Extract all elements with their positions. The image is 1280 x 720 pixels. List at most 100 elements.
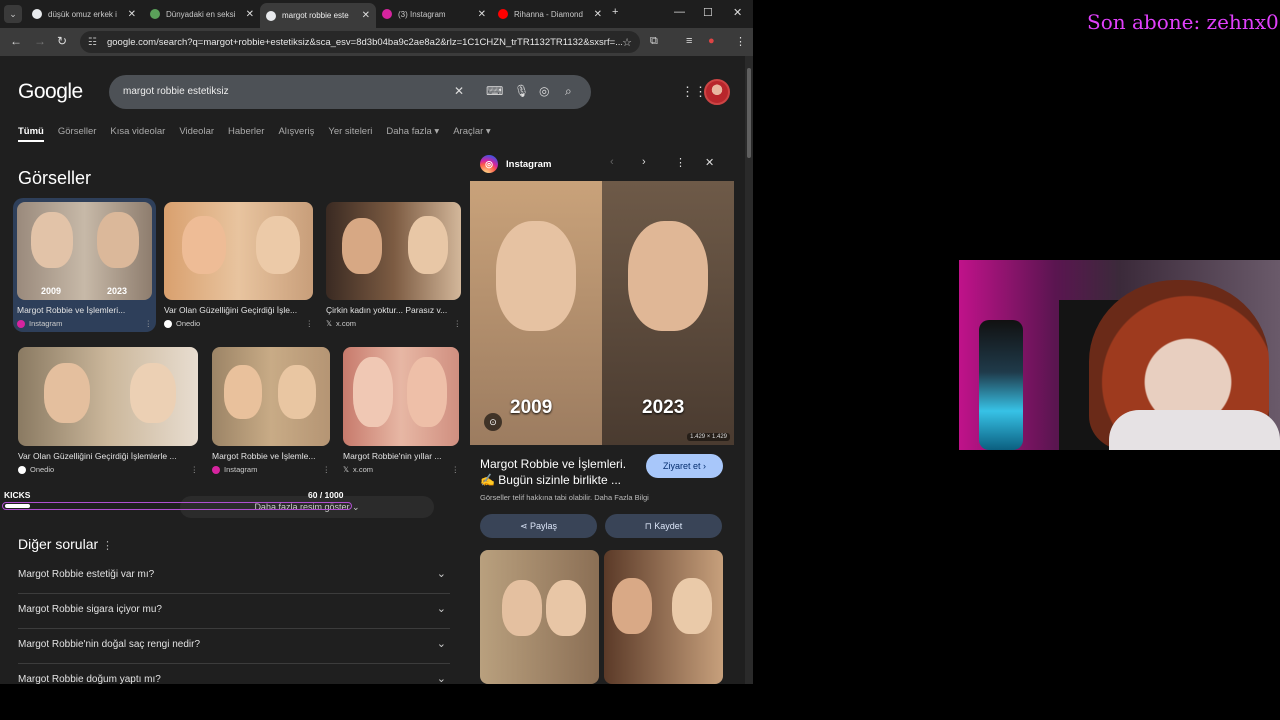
tab-0[interactable]: düşük omuz erkek i ✕ xyxy=(26,3,142,25)
more-options-icon[interactable]: ⋮ xyxy=(306,319,314,328)
image-resolution: 1.429 × 1.429 xyxy=(687,433,730,441)
image-result[interactable]: Margot Robbie'nin yıllar ... 𝕏x.com ⋮ xyxy=(343,347,459,474)
menu-icon[interactable]: ⋮ xyxy=(735,35,746,48)
image-result[interactable]: Var Olan Güzelliğini Geçirdiği İşle... O… xyxy=(164,202,313,328)
image-result[interactable]: Var Olan Güzelliğini Geçirdiği İşlemlerl… xyxy=(18,347,198,474)
bookmark-star-icon[interactable]: ☆ xyxy=(622,36,632,49)
kicks-progress-bar xyxy=(2,502,352,510)
address-bar[interactable]: ☷ google.com/search?q=margot+robbie+este… xyxy=(80,31,640,53)
visit-button[interactable]: Ziyaret et › xyxy=(646,454,723,478)
image-result[interactable]: 2009 2023 Margot Robbie ve İşlemleri... … xyxy=(13,198,156,332)
profile-icon[interactable]: ● xyxy=(708,35,715,47)
more-options-icon[interactable]: ⋮ xyxy=(145,319,153,328)
save-button[interactable]: ⊓ Kaydet xyxy=(605,514,722,538)
tab-1[interactable]: Dünyadaki en seksi ✕ xyxy=(144,3,260,25)
streamer-shirt xyxy=(1109,410,1280,450)
reload-icon[interactable]: ↻ xyxy=(57,34,67,48)
result-source: Instagram xyxy=(29,319,63,328)
tab-shopping[interactable]: Alışveriş xyxy=(278,126,314,142)
result-source: Instagram xyxy=(224,465,258,474)
faq-item[interactable]: Margot Robbie estetiği var mı? ⌄ xyxy=(18,559,450,594)
minimize-icon[interactable]: — xyxy=(674,6,685,18)
maximize-icon[interactable]: ☐ xyxy=(703,6,713,19)
faq-question: Margot Robbie sigara içiyor mu? xyxy=(18,604,162,615)
page-scrollbar[interactable] xyxy=(745,56,753,684)
search-input[interactable]: margot robbie estetiksiz xyxy=(123,86,229,97)
microphone xyxy=(979,320,1023,450)
more-options-icon[interactable]: ⋮ xyxy=(454,319,462,328)
search-tabs: Tümü Görseller Kısa videolar Videolar Ha… xyxy=(18,126,505,142)
tab-strip: ⌄ düşük omuz erkek i ✕ Dünyadaki en seks… xyxy=(0,0,753,28)
more-options-icon[interactable]: ⋮ xyxy=(102,540,113,552)
tab-more[interactable]: Daha fazla ▾ xyxy=(386,126,439,142)
close-tab-icon[interactable]: ✕ xyxy=(362,10,370,21)
back-icon[interactable]: ← xyxy=(10,34,22,48)
next-icon[interactable]: › xyxy=(642,156,646,168)
keyboard-icon[interactable]: ⌨ xyxy=(486,84,503,98)
panel-header: ◎ Instagram xyxy=(480,154,551,174)
tab-4[interactable]: Rihanna - Diamond ✕ xyxy=(492,3,608,25)
tab-3[interactable]: (3) Instagram ✕ xyxy=(376,3,492,25)
result-thumbnail: 2009 2023 xyxy=(17,202,152,300)
save-label: Kaydet xyxy=(654,521,683,531)
more-options-icon[interactable]: ⋮ xyxy=(323,465,331,474)
tab-images[interactable]: Görseller xyxy=(58,126,97,142)
google-logo[interactable]: Google xyxy=(18,80,83,104)
tab-search-button[interactable]: ⌄ xyxy=(4,5,22,23)
url-text: google.com/search?q=margot+robbie+esteti… xyxy=(106,36,623,48)
scrollbar-thumb[interactable] xyxy=(747,68,751,158)
year-label: 2023 xyxy=(642,397,685,418)
result-caption: Margot Robbie'nin yıllar ... xyxy=(343,451,442,461)
other-questions-label: Diğer sorular xyxy=(18,536,99,552)
new-tab-icon[interactable]: + xyxy=(612,6,618,18)
panel-source[interactable]: Instagram xyxy=(506,159,551,170)
close-tab-icon[interactable]: ✕ xyxy=(594,9,602,20)
lens-icon[interactable]: ◎ xyxy=(539,84,549,98)
related-image[interactable] xyxy=(480,550,599,684)
faq-item[interactable]: Margot Robbie'nin doğal saç rengi nedir?… xyxy=(18,629,450,664)
browser-window: ⌄ düşük omuz erkek i ✕ Dünyadaki en seks… xyxy=(0,0,753,684)
close-tab-icon[interactable]: ✕ xyxy=(478,9,486,20)
tab-videos[interactable]: Videolar xyxy=(179,126,214,142)
instagram-icon xyxy=(212,465,220,474)
faq-item[interactable]: Margot Robbie sigara içiyor mu? ⌄ xyxy=(18,594,450,629)
close-tab-icon[interactable]: ✕ xyxy=(246,9,254,20)
more-options-icon[interactable]: ⋮ xyxy=(452,465,460,474)
more-options-icon[interactable]: ⋮ xyxy=(675,156,686,169)
clear-icon[interactable]: ✕ xyxy=(454,84,464,98)
lens-search-icon[interactable]: ⊙ xyxy=(484,413,502,431)
tab-places[interactable]: Yer siteleri xyxy=(328,126,372,142)
tab-news[interactable]: Haberler xyxy=(228,126,264,142)
media-icon[interactable]: ≡ xyxy=(686,35,692,47)
close-icon[interactable]: ✕ xyxy=(705,156,714,169)
image-result[interactable]: Margot Robbie ve İşlemle... Instagram ⋮ xyxy=(212,347,330,474)
search-icon[interactable]: ⌕ xyxy=(565,84,572,99)
search-box[interactable]: margot robbie estetiksiz ✕ ⌨ 🎙 ◎ ⌕ xyxy=(109,75,591,109)
close-tab-icon[interactable]: ✕ xyxy=(128,9,136,20)
more-options-icon[interactable]: ⋮ xyxy=(191,465,199,474)
related-image[interactable] xyxy=(604,550,723,684)
tab-active[interactable]: margot robbie este ✕ xyxy=(260,3,376,28)
tab-title: düşük omuz erkek i xyxy=(48,9,117,19)
microphone-icon[interactable]: 🎙 xyxy=(514,84,529,98)
last-subscriber-overlay: Son abone: zehnx0 xyxy=(1087,10,1279,34)
account-avatar[interactable] xyxy=(704,79,730,105)
close-window-icon[interactable]: ✕ xyxy=(733,6,742,19)
image-result[interactable]: Çirkin kadın yoktur... Parasız v... 𝕏x.c… xyxy=(326,202,461,328)
tab-short-videos[interactable]: Kısa videolar xyxy=(110,126,165,142)
result-caption: Margot Robbie ve İşlemleri... xyxy=(17,305,126,315)
tab-tools[interactable]: Araçlar ▾ xyxy=(453,126,491,142)
forward-icon[interactable]: → xyxy=(34,34,46,48)
instagram-icon: ◎ xyxy=(480,155,498,173)
site-info-icon[interactable]: ☷ xyxy=(88,37,97,48)
panel-title[interactable]: Margot Robbie ve İşlemleri. ✍️ Bugün siz… xyxy=(480,456,640,488)
previous-icon[interactable]: ‹ xyxy=(610,156,614,168)
share-button[interactable]: ⋖ Paylaş xyxy=(480,514,597,538)
faq-item[interactable]: Margot Robbie doğum yaptı mı? ⌄ xyxy=(18,664,450,684)
preview-image[interactable]: 2009 2023 ⊙ 1.429 × 1.429 xyxy=(470,181,734,445)
extensions-icon[interactable]: ⧉ xyxy=(650,35,658,48)
faq-question: Margot Robbie doğum yaptı mı? xyxy=(18,674,161,684)
google-favicon-icon xyxy=(32,9,42,19)
result-caption: Var Olan Güzelliğini Geçirdiği İşle... xyxy=(164,305,298,315)
tab-all[interactable]: Tümü xyxy=(18,126,44,142)
